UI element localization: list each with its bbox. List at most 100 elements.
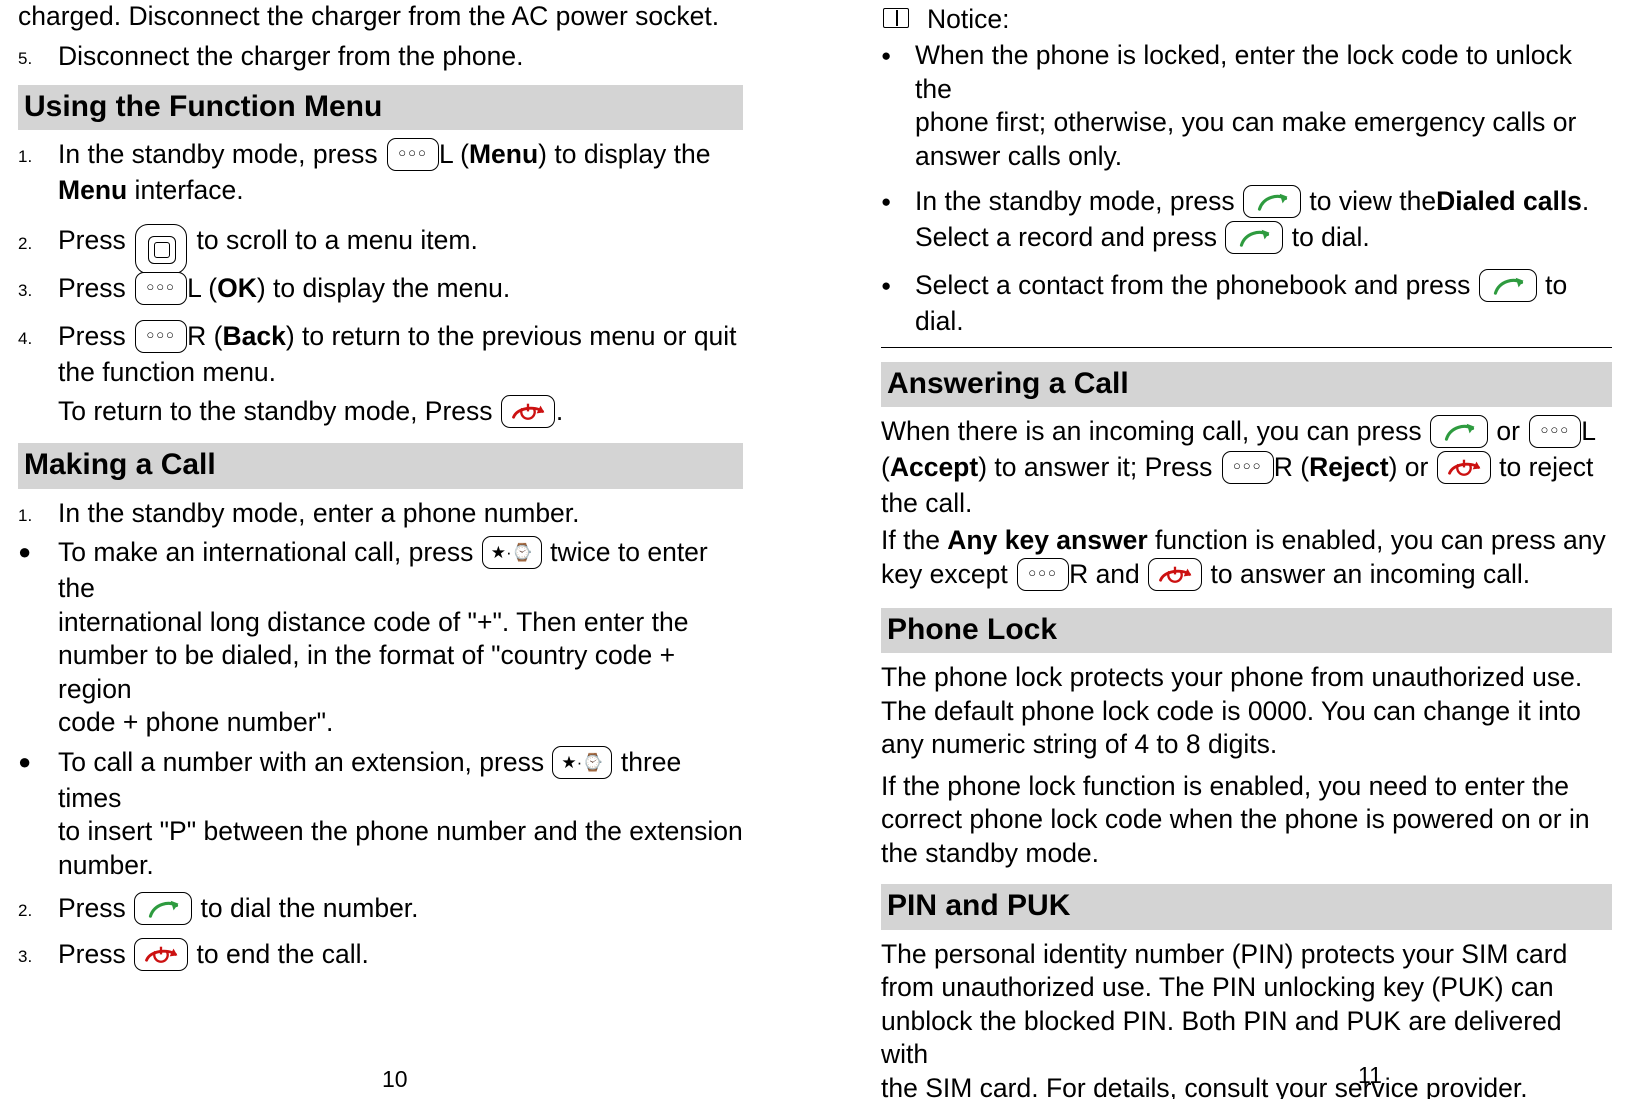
list-item: ● Select a contact from the phonebook an… (881, 263, 1612, 339)
text-fragment: Press (58, 272, 126, 303)
text-fragment: key except (881, 559, 1008, 589)
left-page: charged. Disconnect the charger from the… (0, 0, 821, 1099)
text-fragment: the call. (881, 487, 973, 518)
text-fragment: To return to the standby mode, Press (58, 396, 493, 427)
text-fragment: to dial. (1291, 222, 1370, 253)
bullet-icon: ● (881, 192, 892, 212)
text-fragment: international long distance code of "+".… (58, 606, 689, 637)
list-item: 2. Press to dial the number. (18, 892, 743, 928)
text-fragment: unblock the blocked PIN. Both PIN and PU… (881, 1005, 1562, 1070)
text-fragment: R and (1069, 559, 1140, 589)
list-text: Press to end the call. (58, 938, 743, 974)
list-number: 4. (18, 328, 33, 348)
text-fragment: to answer an incoming call. (1210, 559, 1531, 589)
page-number-left: 10 (382, 1066, 408, 1092)
send-key-icon (1225, 221, 1284, 255)
end-key-icon (500, 395, 555, 429)
page-number-right: 11 (1358, 1062, 1382, 1088)
text-fragment: . (555, 396, 564, 427)
list-text: In the standby mode, press to view theDi… (915, 179, 1612, 257)
send-key-icon (1243, 185, 1302, 219)
text-fragment: to (1545, 270, 1568, 301)
text-bold: Back (222, 320, 286, 351)
list-text: Select a contact from the phonebook and … (915, 263, 1612, 339)
list-item: 4. Press R (Back) to return to the previ… (18, 319, 743, 390)
text-fragment: To call a number with an extension, pres… (58, 746, 545, 777)
text-fragment: Press (58, 939, 126, 970)
star-key-icon: ★·⌚ (552, 745, 613, 779)
text-fragment: correct phone lock code when the phone i… (881, 804, 1590, 835)
text-fragment: To make an international call, press (58, 537, 474, 568)
list-text: Press L (OK) to display the menu. (58, 271, 743, 308)
text-fragment: The phone lock protects your phone from … (881, 662, 1583, 693)
text-fragment: In the standby mode, press (58, 139, 378, 170)
softkey-right-icon (1017, 558, 1070, 591)
end-key-icon (134, 938, 189, 972)
star-key-icon: ★·⌚ (481, 536, 542, 570)
list-text: Press to scroll to a menu item. (58, 218, 743, 274)
text-bold: Accept (889, 451, 979, 482)
list-item: 1. In the standby mode, enter a phone nu… (18, 497, 743, 531)
bullet-icon: ● (18, 539, 32, 565)
answering-paragraph: When there is an incoming call, you can … (881, 414, 1612, 521)
text-fragment: In the standby mode, press (915, 186, 1235, 217)
text-fragment: function is enabled, you can press any (1147, 525, 1606, 556)
list-text: Disconnect the charger from the phone. (58, 40, 524, 71)
list-text: To call a number with an extension, pres… (58, 745, 743, 883)
list-item: ● To make an international call, press ★… (18, 536, 743, 740)
text-fragment: to dial the number. (200, 893, 419, 924)
list-item: ● To call a number with an extension, pr… (18, 745, 743, 883)
text-fragment: Select a contact from the phonebook and … (915, 270, 1471, 301)
list-text: In the standby mode, press L (Menu) to d… (58, 138, 743, 208)
text-fragment: Press (58, 320, 126, 351)
text-fragment: If the phone lock function is enabled, y… (881, 770, 1570, 801)
list-text: To make an international call, press ★·⌚… (58, 536, 743, 740)
text-fragment: Press (58, 224, 126, 255)
text-fragment: ) to display the menu. (256, 272, 511, 303)
pin-puk-paragraph-1: The personal identity number (PIN) prote… (881, 938, 1612, 1099)
section-heading-making-call: Making a Call (18, 443, 743, 489)
text-fragment: from unauthorized use. The PIN unlocking… (881, 972, 1554, 1003)
list-item: 3. Press L (OK) to display the menu. (18, 271, 743, 308)
list-number: 5. (18, 48, 33, 68)
book-icon (881, 4, 927, 35)
text-fragment: L ( (187, 272, 218, 303)
text-fragment: When the phone is locked, enter the lock… (915, 40, 1573, 104)
text-fragment: The default phone lock code is 0000. You… (881, 695, 1581, 726)
text-fragment: the SIM card. For details, consult your … (881, 1072, 1528, 1099)
list-number: 2. (18, 233, 33, 253)
text-fragment: number. (58, 849, 154, 880)
text-fragment: code + phone number". (58, 707, 334, 738)
list-item: 5. Disconnect the charger from the phone… (18, 40, 743, 74)
end-key-icon (1148, 558, 1203, 591)
text-fragment: The personal identity number (PIN) prote… (881, 938, 1568, 969)
text-fragment: or (1496, 415, 1520, 446)
list-number: 1. (18, 147, 33, 167)
text-bold: Menu (468, 139, 539, 170)
text-fragment: ) to display the (538, 139, 711, 170)
softkey-left-icon (1529, 414, 1582, 448)
notice-title: Notice: (927, 4, 1010, 34)
list-text: Press to dial the number. (58, 892, 743, 928)
text-fragment: dial. (915, 306, 964, 337)
notice-box: Notice: ● When the phone is locked, ente… (881, 4, 1612, 348)
text-fragment: R ( (187, 320, 223, 351)
text-fragment: phone first; otherwise, you can make eme… (915, 107, 1577, 138)
section-heading-pin-puk: PIN and PUK (881, 884, 1612, 930)
list-item: ● In the standby mode, press to view the… (881, 179, 1612, 257)
phone-lock-paragraph-2: If the phone lock function is enabled, y… (881, 770, 1612, 871)
text-fragment: answer calls only. (915, 140, 1123, 171)
list-number: 1. (18, 505, 33, 525)
send-key-icon (134, 892, 193, 926)
text-fragment: the function menu. (58, 356, 277, 387)
continued-paragraph: charged. Disconnect the charger from the… (18, 1, 720, 31)
navigation-key-icon (135, 223, 188, 274)
text-fragment: ) or (1388, 451, 1429, 482)
list-number: 2. (18, 901, 33, 921)
list-item: ● When the phone is locked, enter the lo… (881, 39, 1612, 173)
text-fragment: L (1581, 415, 1597, 446)
section-heading-answering-call: Answering a Call (881, 361, 1612, 407)
list-number: 3. (18, 280, 33, 300)
text-fragment: Select a record and press (915, 222, 1217, 253)
text-fragment: . (1581, 186, 1590, 217)
